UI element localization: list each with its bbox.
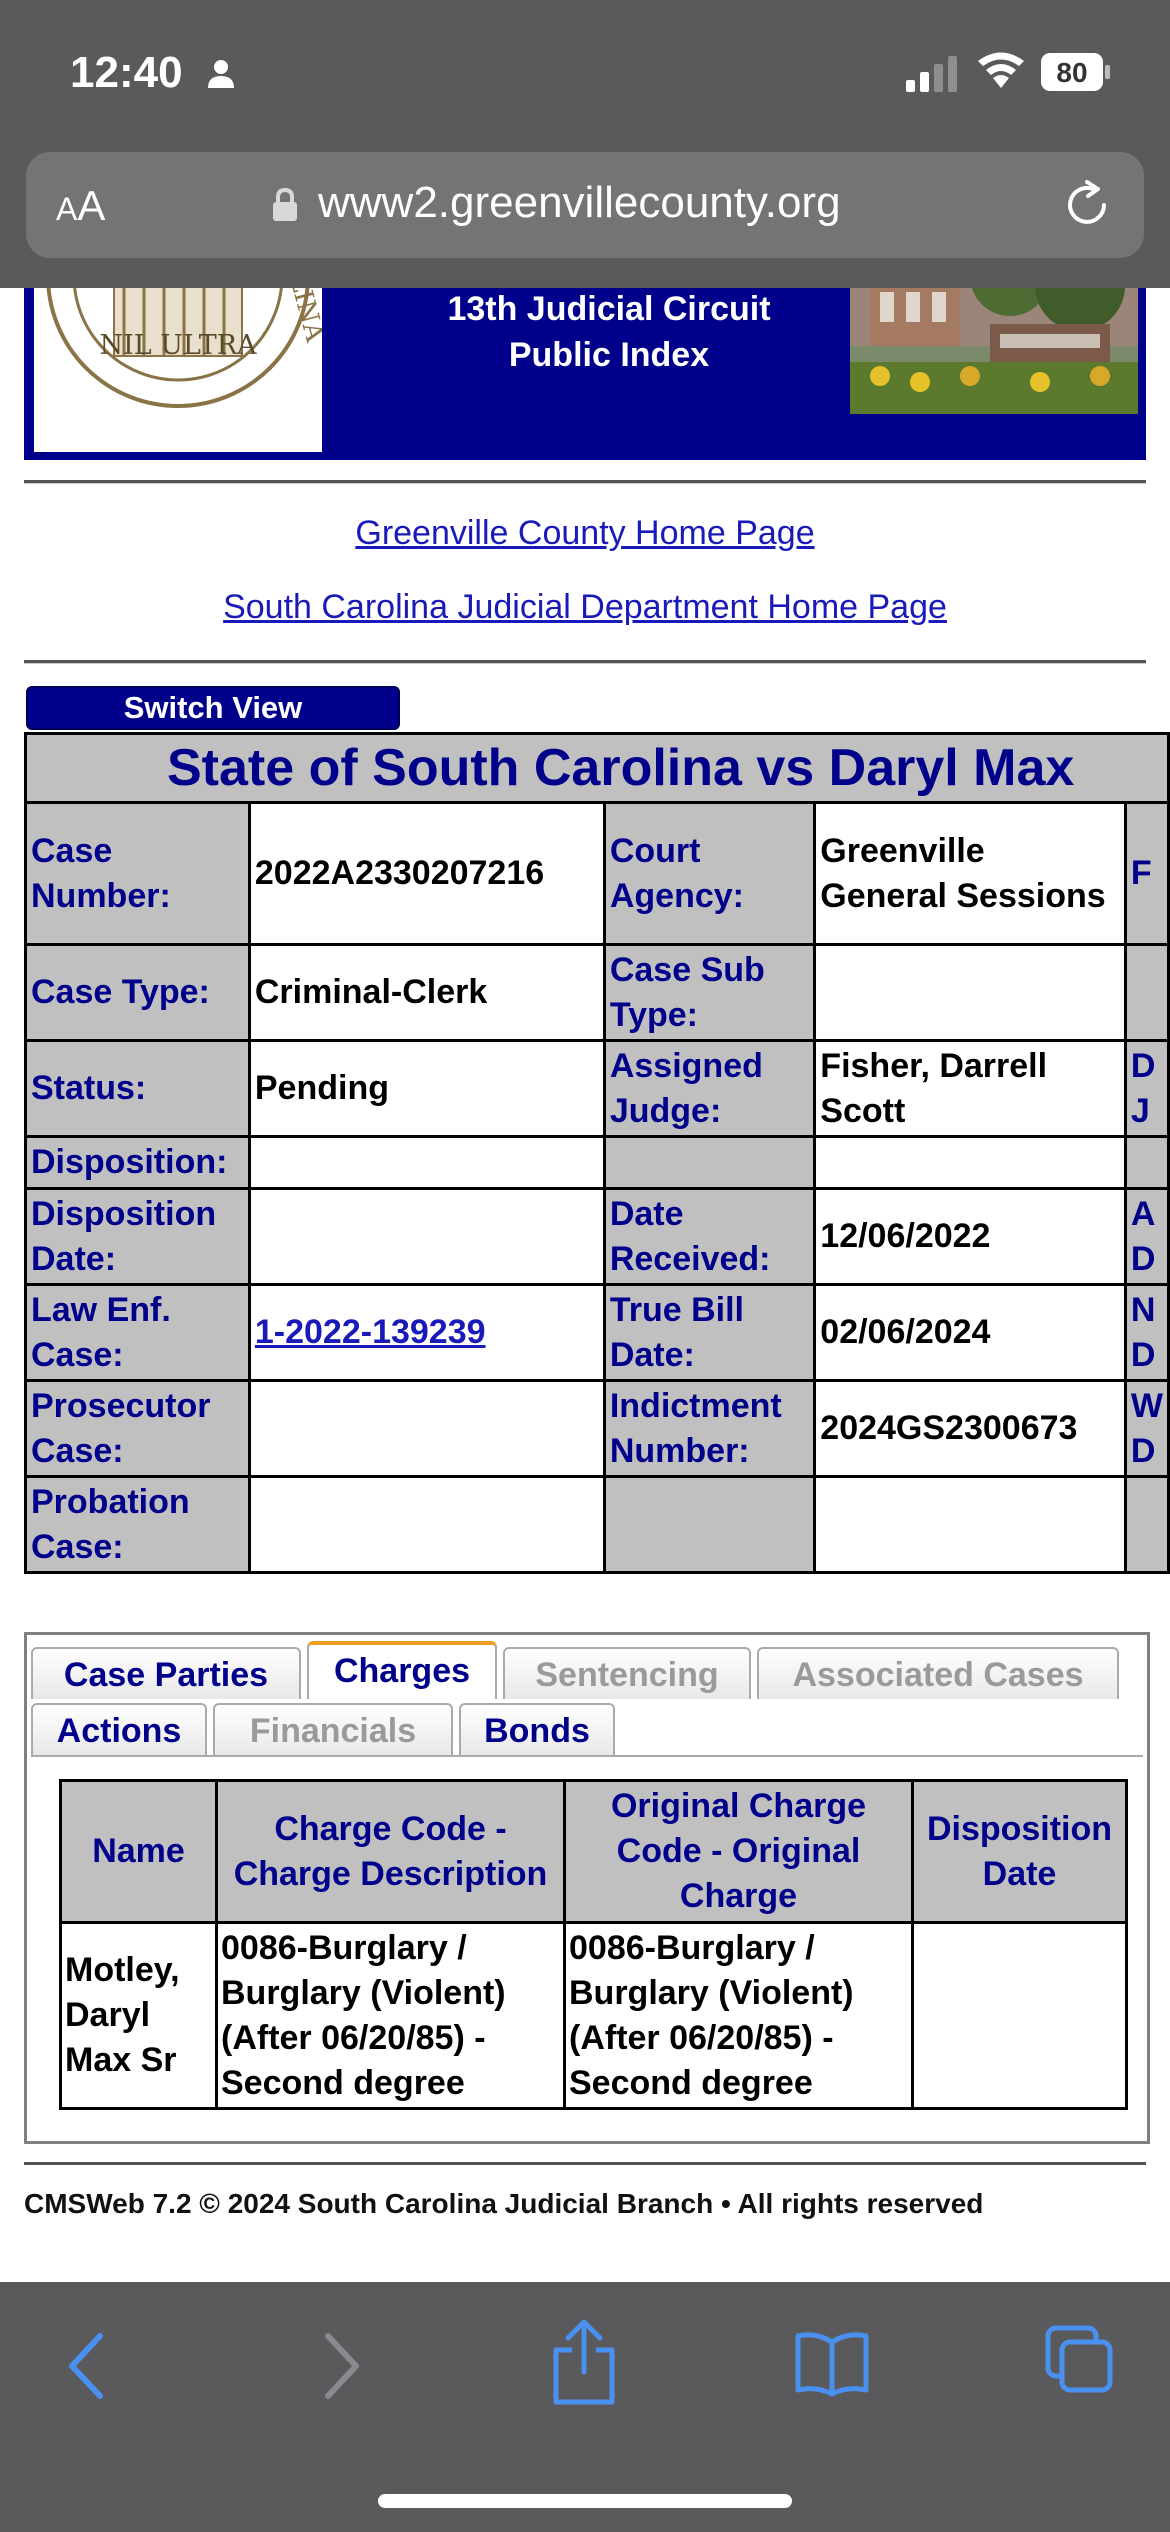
banner-title: 13th Judicial Circuit Public Index: [447, 290, 771, 374]
tab-associated-cases: Associated Cases: [757, 1647, 1119, 1699]
empty-value: [813, 1475, 1127, 1574]
tab-case-parties[interactable]: Case Parties: [31, 1647, 301, 1699]
charges-tab-content: Name Charge Code - Charge Description Or…: [31, 1755, 1143, 2139]
cutoff-label: D J: [1123, 1039, 1170, 1138]
prosecutor-case-label: Prosecutor Case:: [24, 1379, 251, 1478]
empty-label: [602, 1475, 817, 1574]
forward-icon: [325, 2333, 359, 2399]
court-agency-label: Court Agency:: [602, 801, 817, 946]
original-charge-description: 0086-Burglary / Burglary (Violent) (Afte…: [563, 1921, 914, 2110]
switch-view-button[interactable]: Switch View: [26, 686, 400, 730]
tabs-icon[interactable]: [1044, 2324, 1116, 2396]
svg-text:NIL ULTRA: NIL ULTRA: [99, 330, 257, 361]
status-time: 12:40: [70, 48, 183, 97]
empty-value: [813, 1135, 1127, 1190]
tab-sentencing: Sentencing: [503, 1647, 751, 1699]
case-tabs-panel: Case Parties Charges Sentencing Associat…: [24, 1632, 1150, 2144]
law-enf-case-link[interactable]: 1-2022-139239: [255, 1313, 486, 1351]
tab-bonds[interactable]: Bonds: [459, 1703, 615, 1755]
column-header-original-charge: Original Charge Code - Original Charge: [563, 1779, 914, 1924]
disposition-value: [247, 1135, 606, 1190]
lock-icon: [273, 188, 297, 221]
home-indicator: [378, 2494, 792, 2508]
column-header-name: Name: [59, 1779, 218, 1924]
cellular-signal-icon: [906, 56, 957, 92]
person-icon: [208, 60, 234, 88]
cutoff-label: [1123, 943, 1170, 1042]
divider: [24, 480, 1146, 484]
case-type-label: Case Type:: [24, 943, 251, 1042]
divider: [24, 2162, 1146, 2165]
battery-level: 80: [1056, 57, 1088, 88]
bookmarks-icon[interactable]: [794, 2328, 870, 2398]
table-row: Motley, Daryl Max Sr 0086-Burglary / Bur…: [59, 1921, 1128, 2110]
disposition-date-value: [247, 1187, 606, 1286]
charge-disposition-date: [911, 1921, 1128, 2110]
law-enf-case-value: 1-2022-139239: [247, 1283, 606, 1382]
back-icon[interactable]: [62, 2326, 112, 2406]
column-header-charge: Charge Code - Charge Description: [215, 1779, 566, 1924]
prosecutor-case-value: [247, 1379, 606, 1478]
cutoff-label: W D: [1123, 1379, 1170, 1478]
case-number-value: 2022A2330207216: [247, 801, 606, 946]
footer-copyright: CMSWeb 7.2 © 2024 South Carolina Judicia…: [24, 2188, 984, 2219]
court-agency-value: Greenville General Sessions: [813, 801, 1127, 946]
true-bill-date-value: 02/06/2024: [813, 1283, 1127, 1382]
cutoff-label: A D: [1123, 1187, 1170, 1286]
probation-case-value: [247, 1475, 606, 1574]
cutoff-label: N D: [1123, 1283, 1170, 1382]
status-label: Status:: [24, 1039, 251, 1138]
url-text[interactable]: www2.greenvillecounty.org: [318, 178, 841, 228]
tab-charges[interactable]: Charges: [307, 1641, 497, 1699]
charge-description: 0086-Burglary / Burglary (Violent) (Afte…: [215, 1921, 566, 2110]
case-type-value: Criminal-Clerk: [247, 943, 606, 1042]
charges-table: Name Charge Code - Charge Description Or…: [59, 1779, 1128, 2110]
case-sub-type-value: [813, 943, 1127, 1042]
text-size-button[interactable]: AA: [56, 182, 105, 230]
probation-case-label: Probation Case:: [24, 1475, 251, 1574]
case-sub-type-label: Case Sub Type:: [602, 943, 817, 1042]
safari-top-chrome: 12:40 80 AA www2.greenvillecounty.org: [0, 0, 1170, 288]
safari-bottom-toolbar: [0, 2282, 1170, 2532]
wifi-icon: [978, 52, 1024, 88]
true-bill-date-label: True Bill Date:: [602, 1283, 817, 1382]
date-received-label: Date Received:: [602, 1187, 817, 1286]
assigned-judge-label: Assigned Judge:: [602, 1039, 817, 1138]
share-icon[interactable]: [546, 2316, 622, 2406]
case-number-label: Case Number:: [24, 801, 251, 946]
status-value: Pending: [247, 1039, 606, 1138]
date-received-value: 12/06/2022: [813, 1187, 1127, 1286]
case-title: State of South Carolina vs Daryl Max: [24, 732, 1170, 804]
disposition-date-label: Disposition Date:: [24, 1187, 251, 1286]
assigned-judge-value: Fisher, Darrell Scott: [813, 1039, 1127, 1138]
cutoff-label: [1123, 1475, 1170, 1574]
tab-financials: Financials: [213, 1703, 453, 1755]
cutoff-label: [1123, 1135, 1170, 1190]
tab-actions[interactable]: Actions: [31, 1703, 207, 1755]
disposition-label: Disposition:: [24, 1135, 251, 1190]
charge-defendant-name: Motley, Daryl Max Sr: [59, 1921, 218, 2110]
divider: [24, 660, 1146, 664]
county-home-link[interactable]: Greenville County Home Page: [0, 514, 1170, 553]
judicial-home-link[interactable]: South Carolina Judicial Department Home …: [0, 588, 1170, 627]
law-enf-case-label: Law Enf. Case:: [24, 1283, 251, 1382]
indictment-number-label: Indictment Number:: [602, 1379, 817, 1478]
address-bar[interactable]: AA www2.greenvillecounty.org: [26, 152, 1144, 258]
cutoff-label: F: [1123, 801, 1170, 946]
column-header-disposition-date: Disposition Date: [911, 1779, 1128, 1924]
case-info-table: State of South Carolina vs Daryl Max Cas…: [24, 732, 1170, 1574]
indictment-number-value: 2024GS2300673: [813, 1379, 1127, 1478]
empty-label: [602, 1135, 817, 1190]
reload-icon[interactable]: [1060, 178, 1114, 232]
